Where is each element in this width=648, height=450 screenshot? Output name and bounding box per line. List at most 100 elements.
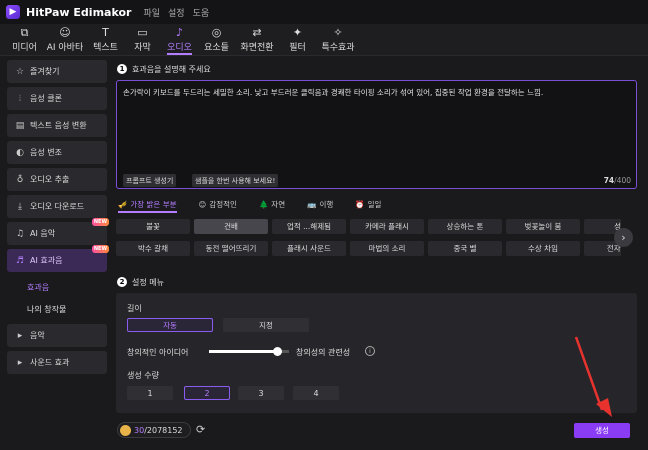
- slider-fill: [209, 350, 277, 353]
- tag-button[interactable]: 불꽃: [116, 219, 190, 234]
- transition-icon: ⇄: [252, 26, 262, 39]
- tag-button[interactable]: 상승하는 톤: [428, 219, 502, 234]
- tag-button[interactable]: 건배: [194, 219, 268, 234]
- chevron-right-icon: ›: [621, 231, 626, 244]
- tab-daily[interactable]: ⏰ 일일: [355, 197, 381, 211]
- tag-button[interactable]: 플래시 사운드: [272, 241, 346, 256]
- section-settings-header: 2 설정 메뉴: [117, 273, 164, 291]
- tag-button[interactable]: 중국 벨: [428, 241, 502, 256]
- tag-button[interactable]: 수상 차임: [506, 241, 580, 256]
- tab-text[interactable]: T 텍스트: [87, 24, 124, 55]
- tab-filter[interactable]: ✦ 필터: [279, 24, 316, 55]
- tag-button[interactable]: 벚꽃놀이 붐: [506, 219, 580, 234]
- bottom-bar: 30/2078152 ⟳ 생성: [113, 418, 643, 442]
- count-option-4[interactable]: 4: [293, 386, 339, 400]
- avatar-icon: ☺: [59, 26, 71, 39]
- tree-icon: 🌲: [258, 199, 269, 209]
- section-title: 효과음을 설명해 주세요: [132, 64, 211, 74]
- new-badge: NEW: [91, 245, 109, 253]
- chevron-right-icon: ▸: [17, 357, 23, 368]
- tab-transition[interactable]: ⇄ 화면전환: [235, 24, 279, 55]
- filter-icon: ✦: [292, 26, 303, 39]
- sidebar-item-favorites[interactable]: ☆ 즐겨찾기: [7, 60, 107, 83]
- music-note-icon: ♫: [15, 228, 25, 239]
- waveform-icon: ⦙: [18, 93, 22, 104]
- bus-icon: 🚌: [307, 199, 317, 209]
- credits-display: 30/2078152: [117, 422, 191, 438]
- sidebar-item-audio-download[interactable]: ⤓ 오디오 다운로드: [7, 195, 107, 218]
- generate-button[interactable]: 생성: [574, 423, 630, 438]
- tab-nature[interactable]: 🌲 자연: [259, 197, 285, 211]
- sidebar-item-audio-extract[interactable]: ♁ 오디오 추출: [7, 168, 107, 191]
- tab-subtitle[interactable]: ▭ 자막: [124, 24, 161, 55]
- creativity-slider[interactable]: [209, 347, 289, 356]
- menu-file[interactable]: 파일: [143, 6, 160, 19]
- download-icon: ⤓: [18, 201, 22, 212]
- voice-changer-icon: ◐: [16, 147, 24, 158]
- tab-media[interactable]: ⧉ 미디어: [6, 24, 43, 55]
- count-option-1[interactable]: 1: [127, 386, 173, 400]
- slider-knob[interactable]: [272, 347, 282, 356]
- tag-button[interactable]: 박수 갈채: [116, 241, 190, 256]
- sidebar-item-voice-clone[interactable]: ⦙ 음성 클론: [7, 87, 107, 110]
- count-label: 생성 수량: [127, 371, 159, 380]
- section-describe-header: 1 효과음을 설명해 주세요: [117, 60, 211, 78]
- sidebar-item-sound-effects[interactable]: ▸ 사운드 효과: [7, 351, 107, 374]
- sound-effect-icon: ♬: [15, 255, 25, 266]
- refresh-icon[interactable]: ⟳: [196, 423, 205, 436]
- sidebar-item-ai-music[interactable]: ♫ AI 음악 NEW: [7, 218, 109, 245]
- info-icon[interactable]: i: [365, 346, 375, 356]
- sidebar-subitem-my-creations[interactable]: 나의 창작물: [7, 298, 107, 320]
- tab-highlights[interactable]: 🎺 가장 밝은 부분: [118, 197, 177, 213]
- tag-button[interactable]: 카메라 플래시: [350, 219, 424, 234]
- trumpet-icon: 🎺: [118, 199, 128, 209]
- star-icon: ☆: [15, 66, 25, 77]
- main-panel: 1 효과음을 설명해 주세요 손가락이 키보드를 두드리는 세밀한 소리. 낮고…: [113, 58, 643, 450]
- tab-elements[interactable]: ◎ 요소들: [198, 24, 235, 55]
- subtitle-icon: ▭: [137, 26, 148, 39]
- coin-icon: [120, 424, 131, 436]
- count-option-3[interactable]: 3: [238, 386, 284, 400]
- count-option-2[interactable]: 2: [184, 386, 230, 400]
- sidebar-subitem-sound-effect[interactable]: 효과음: [7, 276, 107, 298]
- section-title: 설정 메뉴: [132, 277, 164, 287]
- audio-icon: ♪: [175, 26, 184, 39]
- tab-emotional[interactable]: 😊 감정적인: [199, 197, 237, 211]
- elements-icon: ◎: [211, 26, 222, 39]
- length-custom-button[interactable]: 지정: [223, 318, 309, 332]
- new-badge: NEW: [91, 218, 109, 226]
- sidebar-item-ai-sound-effect[interactable]: ♬ AI 효과음 NEW: [7, 245, 109, 272]
- length-auto-button[interactable]: 자동: [127, 318, 213, 332]
- chevron-right-icon: ▸: [17, 330, 23, 341]
- sidebar-item-tts[interactable]: ▤ 텍스트 음성 변환: [7, 114, 107, 137]
- sidebar-item-music[interactable]: ▸ 음악: [7, 324, 107, 347]
- tab-transition[interactable]: 🚌 이행: [307, 197, 333, 211]
- tag-button[interactable]: 업적 ...해제됨: [272, 219, 346, 234]
- prompt-generator-button[interactable]: 프롬프트 생성기: [123, 174, 177, 187]
- prompt-text: 손가락이 키보드를 두드리는 세밀한 소리. 낮고 부드러운 클릭음과 경쾌한 …: [123, 88, 544, 97]
- tab-audio[interactable]: ♪ 오디오: [161, 24, 198, 55]
- prompt-textarea[interactable]: 손가락이 키보드를 두드리는 세밀한 소리. 낮고 부드러운 클릭음과 경쾌한 …: [116, 80, 637, 189]
- title-bar: ▶ HitPaw Edimakor 파일 설정 도움: [0, 0, 648, 24]
- main-toolbar: ⧉ 미디어 ☺ AI 아바타 T 텍스트 ▭ 자막 ♪ 오디오 ◎ 요소들 ⇄ 화면전환 ✦ 필…: [0, 24, 648, 56]
- relevance-label: 창의성의 관련성: [296, 348, 351, 357]
- text-icon: T: [102, 26, 109, 39]
- tag-button[interactable]: 마법의 소리: [350, 241, 424, 256]
- app-logo-icon: ▶: [6, 5, 20, 19]
- try-sample-button[interactable]: 샘플을 한번 사용해 보세요!: [192, 174, 279, 187]
- mic-icon: ♁: [16, 174, 24, 185]
- tab-ai-avatar[interactable]: ☺ AI 아바타: [43, 24, 87, 55]
- menu-help[interactable]: 도움: [193, 6, 210, 19]
- sidebar-item-voice-changer[interactable]: ◐ 음성 변조: [7, 141, 107, 164]
- app-title: HitPaw Edimakor: [26, 5, 132, 19]
- smile-icon: 😊: [198, 199, 207, 209]
- tag-button[interactable]: 동전 떨어뜨리기: [194, 241, 268, 256]
- creative-label: 창의적인 아이디어: [127, 348, 189, 357]
- effects-icon: ✧: [333, 26, 343, 39]
- menu-settings[interactable]: 설정: [168, 6, 185, 19]
- tag-row-1: 불꽃 건배 업적 ...해제됨 카메라 플래시 상승하는 톤 벚꽃놀이 붐 성공: [116, 219, 621, 234]
- step-number: 1: [117, 64, 127, 74]
- sidebar: ☆ 즐겨찾기 ⦙ 음성 클론 ▤ 텍스트 음성 변환 ◐ 음성 변조 ♁ 오디오 추출 ⤓…: [7, 60, 109, 378]
- tab-effects[interactable]: ✧ 특수효과: [316, 24, 360, 55]
- next-arrow-button[interactable]: ›: [614, 228, 633, 247]
